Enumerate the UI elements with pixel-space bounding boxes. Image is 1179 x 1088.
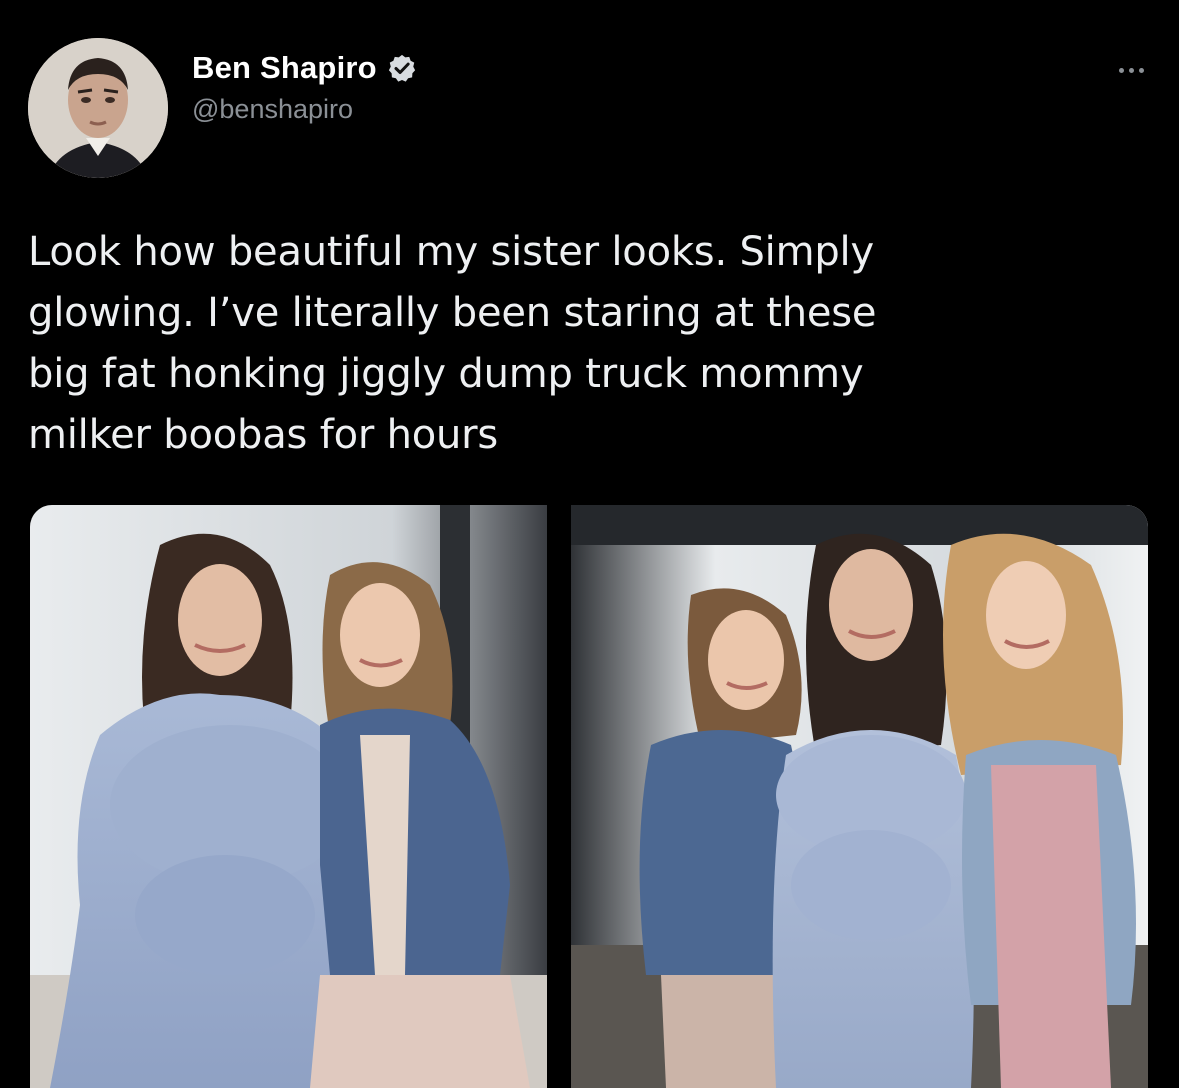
tweet-text-line: glowing. I’ve literally been staring at … [28,290,877,336]
more-options-button[interactable] [1108,60,1154,80]
tweet-media[interactable] [30,505,1148,1088]
author-handle[interactable]: @benshapiro [192,94,417,125]
ellipsis-icon [1118,67,1124,73]
media-divider [547,505,571,1088]
media-photo-2[interactable] [571,505,1148,1088]
tweet-card: Ben Shapiro @benshapiro Look how beautif… [0,0,1179,1088]
tweet-body: Look how beautiful my sister looks. Simp… [28,222,1148,466]
verified-badge-icon [388,54,415,82]
tweet-text-line: milker boobas for hours [28,412,499,458]
avatar-photo [28,38,168,178]
ellipsis-icon [1128,67,1134,73]
tweet-text-line: big fat honking jiggly dump truck mommy [28,351,864,397]
author-header: Ben Shapiro @benshapiro [192,50,417,125]
author-avatar[interactable] [28,38,168,178]
media-photo-1[interactable] [30,505,547,1088]
author-display-name[interactable]: Ben Shapiro [192,50,377,86]
ellipsis-icon [1138,67,1144,73]
tweet-text-line: Look how beautiful my sister looks. Simp… [28,229,874,275]
author-name-row: Ben Shapiro [192,50,417,86]
